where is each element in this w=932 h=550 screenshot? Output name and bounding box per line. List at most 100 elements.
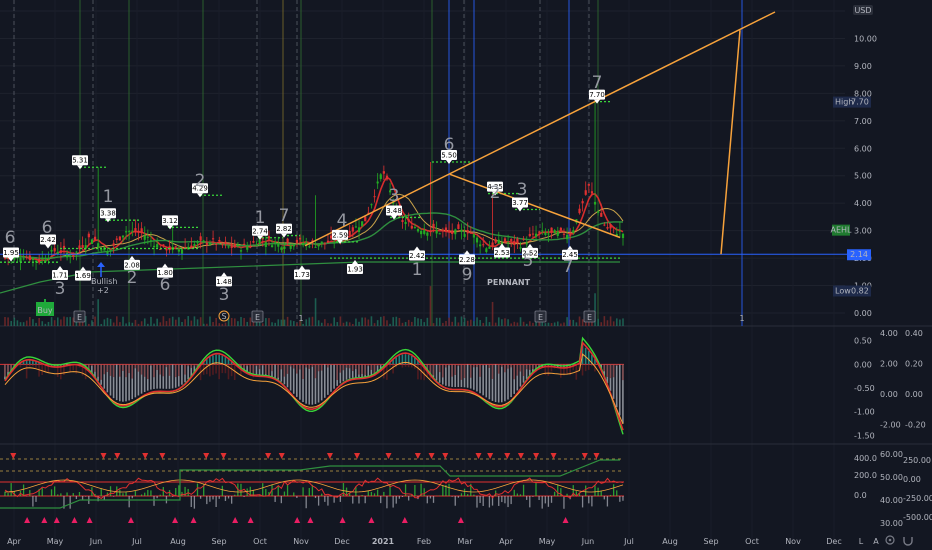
candle-body	[264, 242, 267, 248]
volume-bar	[339, 316, 342, 326]
osc2-bar	[358, 496, 360, 504]
histogram-bar	[165, 364, 168, 389]
candle-body	[569, 234, 572, 236]
volume-bar	[150, 316, 152, 326]
candle-body	[177, 249, 181, 252]
osc2-bar	[100, 488, 102, 496]
candle-body	[47, 258, 50, 260]
signal-triangle-up	[457, 517, 464, 523]
price-tick-label: 10.00	[854, 34, 877, 43]
osc2-bar	[22, 484, 25, 496]
bullish-arrow-head	[97, 262, 105, 267]
volume-bar	[345, 321, 348, 326]
volume-bar	[230, 317, 233, 326]
histogram-bar-neg	[404, 364, 407, 367]
histogram-bar	[485, 364, 488, 398]
wave-count-label: 5	[523, 251, 534, 271]
volume-bar	[622, 318, 624, 326]
osc2-tick-label: 200.0	[854, 471, 877, 480]
histogram-bar	[209, 356, 211, 365]
currency-label: USD	[854, 6, 871, 15]
marker-pointer	[45, 244, 51, 249]
price-tick-label: 6.00	[854, 144, 872, 153]
chart-root[interactable]: 1.95 2.42 1.71 1.69 5.31 3.38 2.08 3.12 1.80 4.29…	[0, 0, 932, 550]
histogram-bar-neg	[193, 364, 196, 367]
osc1-tick-label: -1.00	[854, 408, 875, 417]
marker-pointer	[527, 243, 533, 248]
histogram-bar-neg	[591, 364, 593, 367]
magnet-icon[interactable]	[903, 537, 913, 546]
volume-bar	[355, 318, 357, 326]
candle-body	[267, 236, 271, 239]
volume-bar	[190, 320, 193, 326]
symbol-tag: AEHL	[831, 224, 852, 236]
osc2-bar	[398, 496, 401, 499]
osc2-bar	[206, 496, 208, 505]
osc2-bar	[41, 487, 43, 496]
volume-bar	[525, 323, 528, 326]
candle-body	[22, 258, 25, 260]
histogram-bar-neg	[122, 364, 124, 371]
volume-bar	[572, 319, 575, 326]
histogram-bar-neg	[584, 364, 587, 372]
chart-canvas[interactable]: 1.952.421.71 1.695.313.382.083.121.804.29…	[0, 0, 932, 550]
histogram-bar-neg	[7, 364, 9, 372]
wave-count-label: 2	[127, 268, 138, 288]
histogram-bar	[507, 364, 509, 400]
marker-value: 3.38	[100, 210, 116, 218]
histogram-bar-neg	[367, 364, 370, 367]
volume-bar	[597, 318, 599, 326]
osc2-bar	[199, 496, 202, 499]
osc2-bar	[591, 496, 593, 507]
histogram-bar	[500, 364, 503, 403]
volume-bar	[395, 316, 398, 326]
histogram-bar-neg	[165, 364, 168, 368]
histogram-bar-neg	[432, 364, 435, 376]
time-tick-label: Jun	[89, 537, 103, 546]
histogram-bar-neg	[302, 364, 304, 380]
candle-body	[612, 227, 615, 229]
volume-bar	[16, 320, 19, 326]
osc2-bar	[296, 496, 298, 499]
candle-body	[25, 256, 28, 258]
histogram-bar	[330, 364, 332, 392]
volume-bar	[153, 323, 155, 326]
histogram-bar	[587, 351, 590, 365]
signal-triangle-down	[385, 453, 392, 459]
candle-body	[149, 240, 153, 242]
price-marker-tag: 1.69	[75, 266, 91, 281]
osc2-bar	[60, 493, 62, 496]
histogram-bar-neg	[311, 364, 314, 367]
histogram-bar-neg	[109, 364, 112, 376]
histogram-bar-neg	[587, 364, 590, 370]
volume-bar	[66, 317, 68, 326]
volume-bar	[507, 319, 509, 326]
osc2-bar	[414, 484, 416, 496]
volume-bar	[488, 322, 491, 326]
marker-value: 3.48	[386, 207, 402, 215]
marker-pointer	[221, 272, 227, 277]
histogram-bar-neg	[355, 364, 357, 370]
candle-body	[50, 249, 53, 252]
wave-count-label: 2	[195, 171, 206, 191]
marker-value: 1.73	[294, 271, 310, 279]
price-marker-tag: 3.12	[162, 215, 178, 230]
volume-bar	[569, 319, 572, 326]
candle-body	[215, 243, 218, 245]
osc2-bar	[476, 496, 478, 508]
volume-bar	[234, 318, 236, 326]
time-tick-label: Jul	[131, 537, 142, 546]
volume-bar	[324, 319, 326, 326]
candle-body	[475, 237, 479, 243]
volume-bar	[358, 321, 360, 326]
volume-bar	[112, 322, 115, 326]
volume-bar	[171, 316, 174, 326]
histogram-bar-neg	[162, 364, 165, 377]
candle-body	[131, 230, 134, 232]
gear-icon[interactable]	[885, 535, 895, 545]
candle-body	[531, 233, 535, 235]
osc2-bar	[401, 496, 404, 497]
histogram-bar-neg	[181, 364, 183, 365]
histogram-bar-neg	[174, 364, 177, 378]
buy-signal: Buy	[36, 299, 54, 316]
